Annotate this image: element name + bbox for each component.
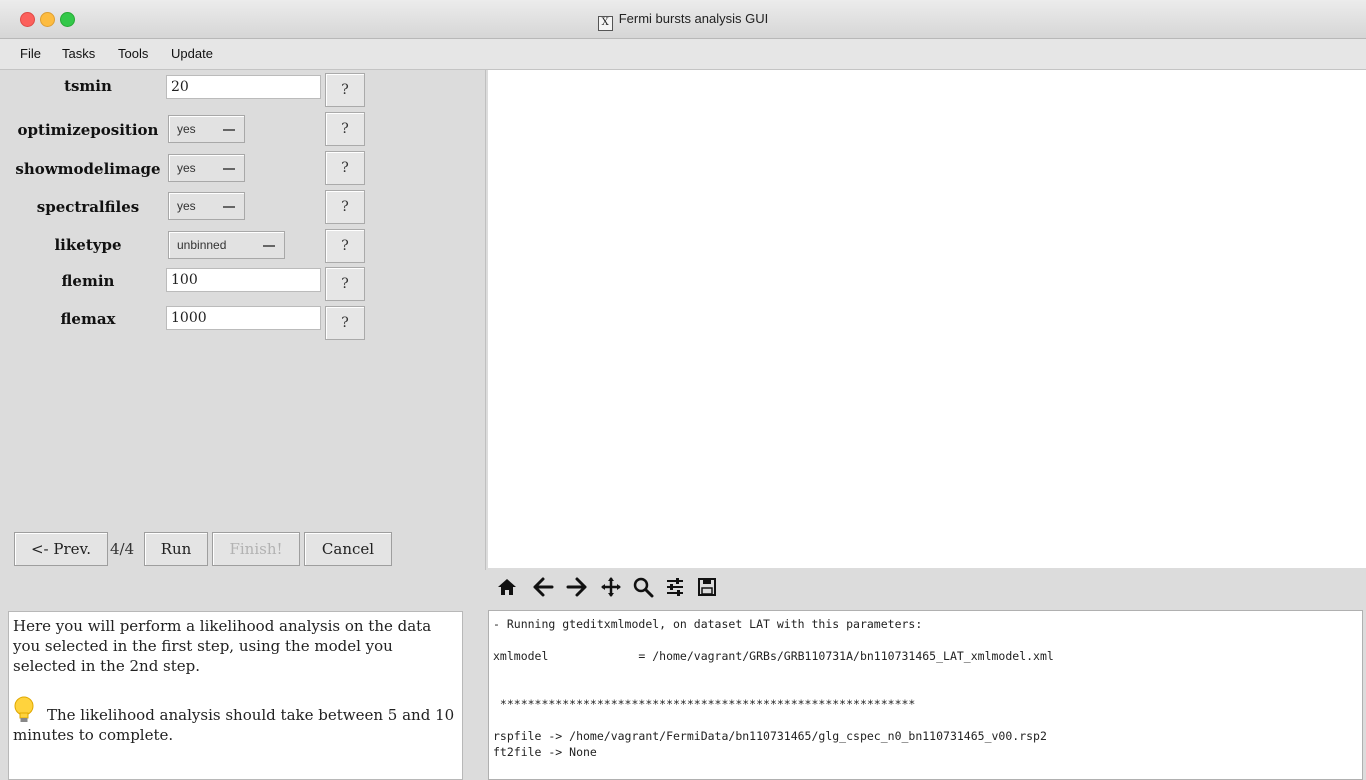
configure-subplots-icon[interactable] — [662, 574, 688, 600]
console-line: rspfile -> /home/vagrant/FermiData/bn110… — [493, 729, 1047, 743]
run-button[interactable]: Run — [144, 532, 208, 566]
save-icon[interactable] — [694, 574, 720, 600]
console-line: xmlmodel = /home/vagrant/GRBs/GRB110731A… — [493, 649, 1054, 663]
optimizeposition-help-button[interactable]: ? — [325, 112, 365, 146]
menu-bar: File Tasks Tools Update — [0, 39, 1366, 70]
optimizeposition-label: optimizeposition — [17, 121, 159, 139]
spectralfiles-value: yes — [177, 199, 196, 213]
info-tip: The likelihood analysis should take betw… — [13, 696, 458, 745]
finish-button[interactable]: Finish! — [212, 532, 300, 566]
flemax-label: flemax — [60, 310, 116, 328]
showmodelimage-value: yes — [177, 161, 196, 175]
showmodelimage-label: showmodelimage — [15, 160, 161, 178]
dropdown-indicator-icon — [263, 245, 275, 247]
tsmin-label: tsmin — [64, 77, 112, 95]
dropdown-indicator-icon — [223, 206, 235, 208]
dropdown-indicator-icon — [223, 129, 235, 131]
lightbulb-icon — [13, 696, 35, 724]
title-bar: X Fermi bursts analysis GUI — [0, 0, 1366, 39]
pan-icon[interactable] — [598, 574, 624, 600]
left-spacer — [0, 571, 485, 611]
console-line: ft2file -> None — [493, 745, 597, 759]
optimizeposition-select[interactable]: yes — [168, 115, 245, 143]
menu-tools[interactable]: Tools — [118, 46, 148, 61]
showmodelimage-help-button[interactable]: ? — [325, 151, 365, 185]
plot-toolbar — [488, 568, 1366, 608]
spectralfiles-label: spectralfiles — [36, 198, 140, 216]
plot-canvas[interactable] — [488, 70, 1366, 568]
menu-tasks[interactable]: Tasks — [62, 46, 95, 61]
back-arrow-icon[interactable] — [530, 574, 556, 600]
forward-arrow-icon[interactable] — [564, 574, 590, 600]
info-paragraph-1: Here you will perform a likelihood analy… — [13, 617, 432, 675]
menu-file[interactable]: File — [20, 46, 41, 61]
info-paragraph-2: The likelihood analysis should take betw… — [13, 706, 455, 744]
liketype-select[interactable]: unbinned — [168, 231, 285, 259]
flemin-input[interactable]: 100 — [166, 268, 321, 292]
liketype-label: liketype — [54, 236, 122, 254]
liketype-value: unbinned — [177, 238, 227, 252]
flemin-label: flemin — [61, 272, 115, 290]
info-text-box: Here you will perform a likelihood analy… — [8, 611, 463, 780]
menu-update[interactable]: Update — [171, 46, 213, 61]
home-icon[interactable] — [494, 574, 520, 600]
parameter-panel: tsmin 20 ? optimizeposition yes ? showmo… — [0, 70, 486, 570]
spectralfiles-select[interactable]: yes — [168, 192, 245, 220]
dropdown-indicator-icon — [223, 168, 235, 170]
tsmin-input[interactable]: 20 — [166, 75, 321, 99]
liketype-help-button[interactable]: ? — [325, 229, 365, 263]
console-line: - Running gteditxmlmodel, on dataset LAT… — [493, 617, 923, 631]
optimizeposition-value: yes — [177, 122, 196, 136]
prev-button[interactable]: <- Prev. — [14, 532, 108, 566]
x11-icon: X — [597, 16, 613, 31]
flemax-help-button[interactable]: ? — [325, 306, 365, 340]
cancel-button[interactable]: Cancel — [304, 532, 392, 566]
flemax-input[interactable]: 1000 — [166, 306, 321, 330]
tsmin-help-button[interactable]: ? — [325, 73, 365, 107]
flemin-help-button[interactable]: ? — [325, 267, 365, 301]
console-output[interactable]: - Running gteditxmlmodel, on dataset LAT… — [488, 610, 1363, 780]
spectralfiles-help-button[interactable]: ? — [325, 190, 365, 224]
console-line: ****************************************… — [493, 697, 916, 711]
window-title-wrap: X Fermi bursts analysis GUI — [0, 11, 1366, 31]
step-counter: 4/4 — [110, 540, 135, 558]
window-title: Fermi bursts analysis GUI — [618, 11, 769, 26]
zoom-icon[interactable] — [630, 574, 656, 600]
showmodelimage-select[interactable]: yes — [168, 154, 245, 182]
